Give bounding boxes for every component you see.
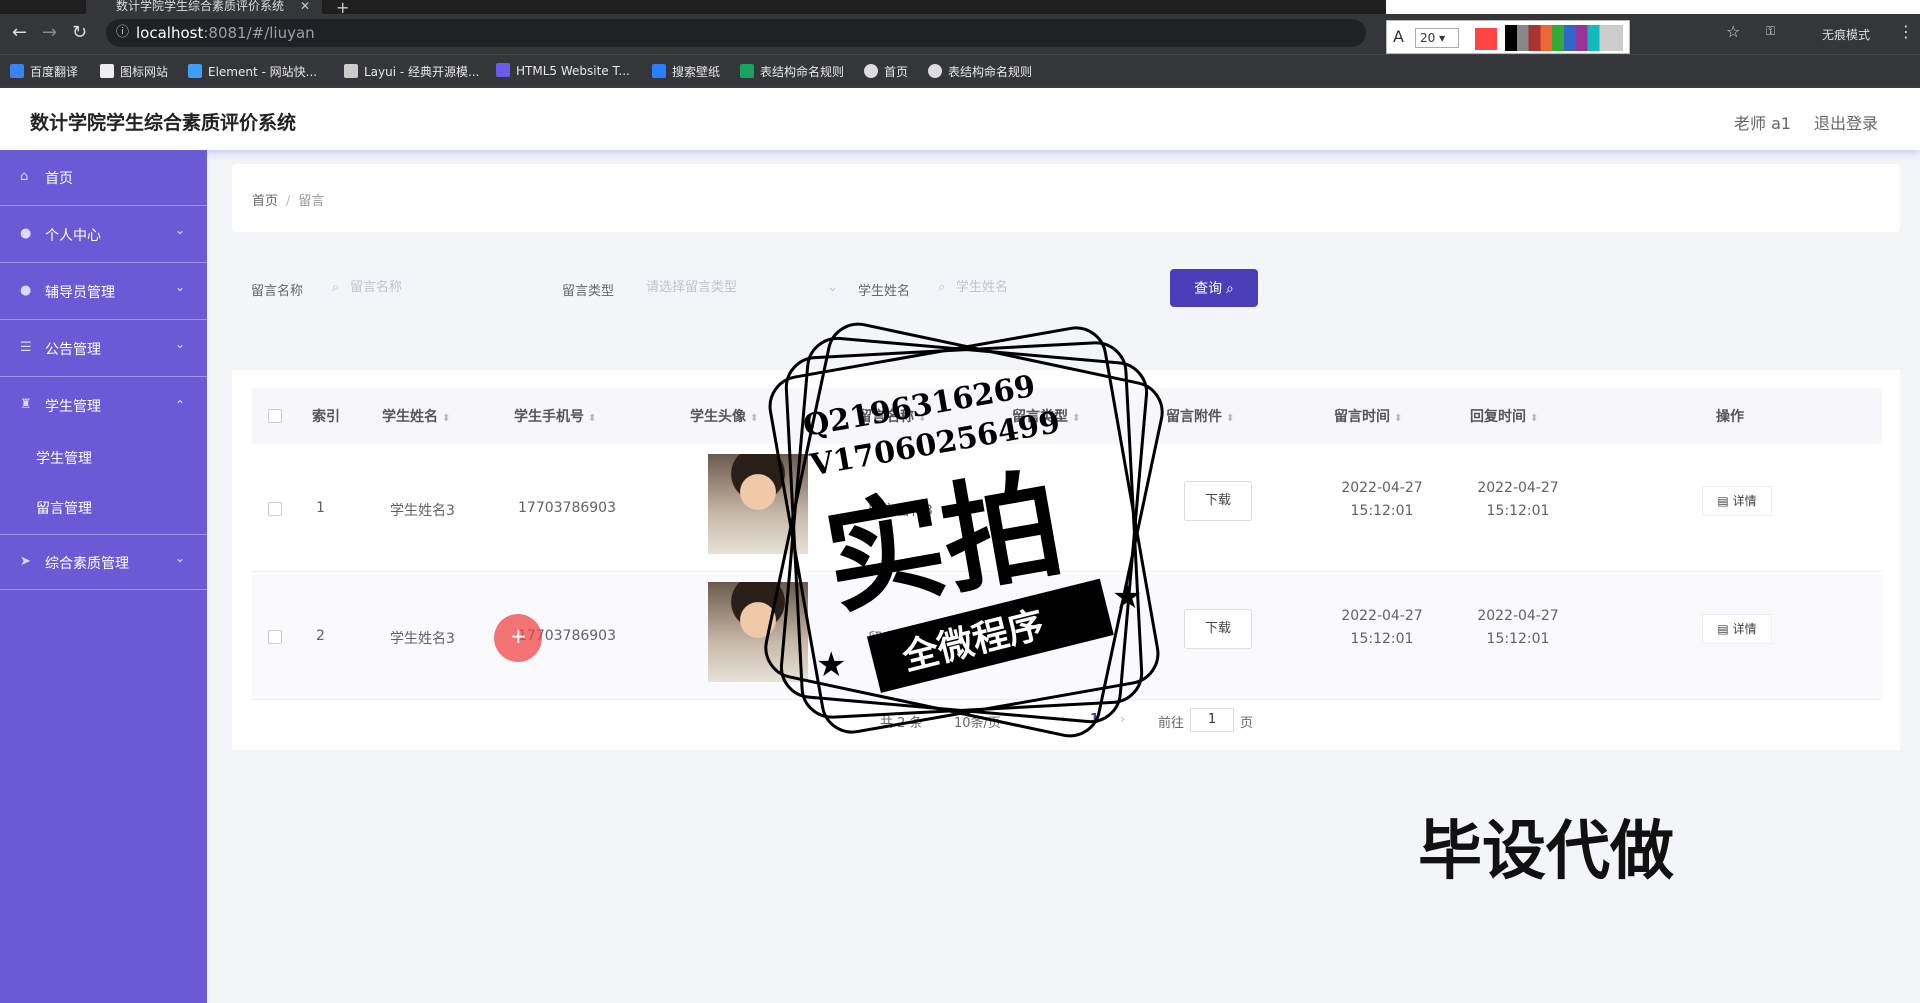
sidebar-subitem-messages[interactable]: 留言管理 (36, 498, 92, 518)
browser-tab[interactable]: 数计学院学生综合素质评价系统 ✕ (86, 0, 322, 14)
document-icon: ▤ (1717, 494, 1729, 508)
reply-time: 2022-04-27 15:12:01 (1477, 480, 1559, 519)
user-icon: ● (20, 226, 32, 241)
cursor-highlight (494, 614, 542, 662)
filter-label-type: 留言类型 (562, 284, 615, 299)
app-header: 数计学院学生综合素质评价系统 老师 a1 退出登录 (0, 88, 1920, 150)
back-icon[interactable]: ← (12, 22, 27, 43)
address-bar-row: ← → ↻ ⓘ localhost:8081/#/liuyan ☆ ⚿ 无痕模式… (0, 14, 1920, 54)
pager-unit: 页 (1240, 716, 1254, 731)
bookmark-item[interactable]: HTML5 Website T... (496, 63, 630, 78)
row-index: 2 (316, 628, 325, 644)
detail-button[interactable]: ▤ 详情 (1702, 486, 1772, 516)
chevron-down-icon: ⌄ (174, 223, 185, 237)
star-icon[interactable]: ☆ (1726, 22, 1740, 41)
bookmark-item[interactable]: 搜索壁纸 (652, 63, 720, 80)
document-icon: ▤ (1717, 622, 1729, 636)
bookmarks-bar: 百度翻译 图标网站 Element - 网站快... Layui - 经典开源模… (0, 54, 1920, 88)
chevron-down-icon: ⌄ (174, 280, 185, 294)
bookmark-item[interactable]: 百度翻译 (10, 63, 78, 80)
watermark-text: 毕设代做 (1418, 815, 1674, 889)
key-icon[interactable]: ⚿ (1766, 24, 1775, 39)
bookmark-item[interactable]: 表结构命名规则 (740, 63, 844, 80)
forward-icon[interactable]: → (42, 22, 57, 43)
text-size-icon: A (1393, 27, 1404, 46)
app-title: 数计学院学生综合素质评价系统 (30, 112, 297, 134)
filter-label-name: 留言名称 (251, 284, 304, 299)
home-icon: ⌂ (20, 169, 29, 184)
star-icon: ★ (1112, 577, 1142, 617)
sidebar-subitem-students[interactable]: 学生管理 (36, 448, 92, 468)
select-all-checkbox[interactable] (268, 409, 282, 423)
bookmark-item[interactable]: Element - 网站快... (188, 63, 317, 80)
font-size-select[interactable]: 20 ▾ (1415, 28, 1459, 48)
sidebar-item-students[interactable]: ♜ 学生管理 ⌃ (0, 378, 207, 434)
message-name-input[interactable]: ⌕ 留言名称 (328, 270, 528, 306)
row-checkbox[interactable] (268, 630, 282, 644)
reply-time: 2022-04-27 15:12:01 (1477, 608, 1559, 647)
send-icon: ➤ (20, 554, 31, 569)
student-name: 学生姓名3 (390, 631, 455, 647)
tab-title: 数计学院学生综合素质评价系统 (116, 0, 285, 13)
column-header[interactable]: 留言时间 ⬍ (1334, 406, 1402, 426)
bookmark-item[interactable]: 表结构命名规则 (928, 63, 1032, 80)
student-name: 学生姓名3 (390, 503, 455, 519)
bookmark-item[interactable]: 图标网站 (100, 63, 168, 80)
list-icon: ☰ (20, 340, 32, 355)
chevron-down-icon: ⌄ (174, 551, 185, 565)
logout-link[interactable]: 退出登录 (1814, 110, 1878, 134)
reload-icon[interactable]: ↻ (72, 22, 87, 43)
bookmark-item[interactable]: Layui - 经典开源模... (344, 63, 479, 80)
sidebar-item-notices[interactable]: ☰ 公告管理 ⌄ (0, 321, 207, 377)
column-header: 索引 (312, 409, 340, 425)
color-palette[interactable] (1505, 25, 1623, 51)
breadcrumb-current: 留言 (298, 194, 325, 209)
message-time: 2022-04-27 15:12:01 (1341, 608, 1423, 647)
info-icon[interactable]: ⓘ (116, 19, 129, 47)
column-header[interactable]: 学生姓名 ⬍ (382, 406, 450, 426)
breadcrumb: 首页 / 留言 (252, 194, 325, 209)
annotation-toolbar: A 20 ▾ (1386, 20, 1630, 54)
bookmark-item[interactable]: 首页 (864, 63, 908, 80)
url-field[interactable]: ⓘ localhost:8081/#/liuyan (106, 19, 1366, 47)
close-icon[interactable]: ✕ (300, 0, 310, 12)
column-header[interactable]: 学生手机号 ⬍ (514, 406, 596, 426)
sidebar-item-counselors[interactable]: ● 辅导员管理 ⌄ (0, 264, 207, 320)
user-name: 老师 a1 (1734, 114, 1792, 133)
chevron-up-icon: ⌃ (174, 398, 185, 412)
column-header[interactable]: 回复时间 ⬍ (1470, 406, 1538, 426)
detail-button[interactable]: ▤ 详情 (1702, 614, 1772, 644)
search-icon: ⌕ (332, 280, 340, 295)
star-icon: ★ (816, 645, 846, 685)
incognito-label[interactable]: 无痕模式 (1822, 26, 1870, 43)
watermark-stamp: Q2196316269 V17060256499 实拍 全微程序 ★ ★ (764, 322, 1164, 738)
trophy-icon: ♜ (20, 397, 32, 412)
current-color-swatch[interactable] (1475, 28, 1497, 50)
column-header: 操作 (1716, 409, 1744, 425)
breadcrumb-home[interactable]: 首页 (252, 194, 278, 209)
message-time: 2022-04-27 15:12:01 (1341, 480, 1423, 519)
breadcrumb-card: 首页 / 留言 (232, 164, 1900, 232)
row-index: 1 (316, 500, 325, 516)
chevron-down-icon: ⌄ (174, 337, 185, 351)
sidebar: ⌂ 首页 ● 个人中心 ⌄ ● 辅导员管理 ⌄ ☰ 公告管理 ⌄ ♜ 学生管理 … (0, 150, 207, 1003)
annotation-toolbar-top (1386, 0, 1920, 14)
row-checkbox[interactable] (268, 502, 282, 516)
sidebar-item-quality[interactable]: ➤ 综合素质管理 ⌄ (0, 534, 207, 590)
user-icon: ● (20, 283, 32, 298)
sidebar-item-profile[interactable]: ● 个人中心 ⌄ (0, 207, 207, 263)
menu-icon[interactable]: ⋮ (1898, 22, 1914, 41)
student-phone: 17703786903 (518, 500, 616, 516)
sidebar-item-home[interactable]: ⌂ 首页 (0, 150, 207, 206)
